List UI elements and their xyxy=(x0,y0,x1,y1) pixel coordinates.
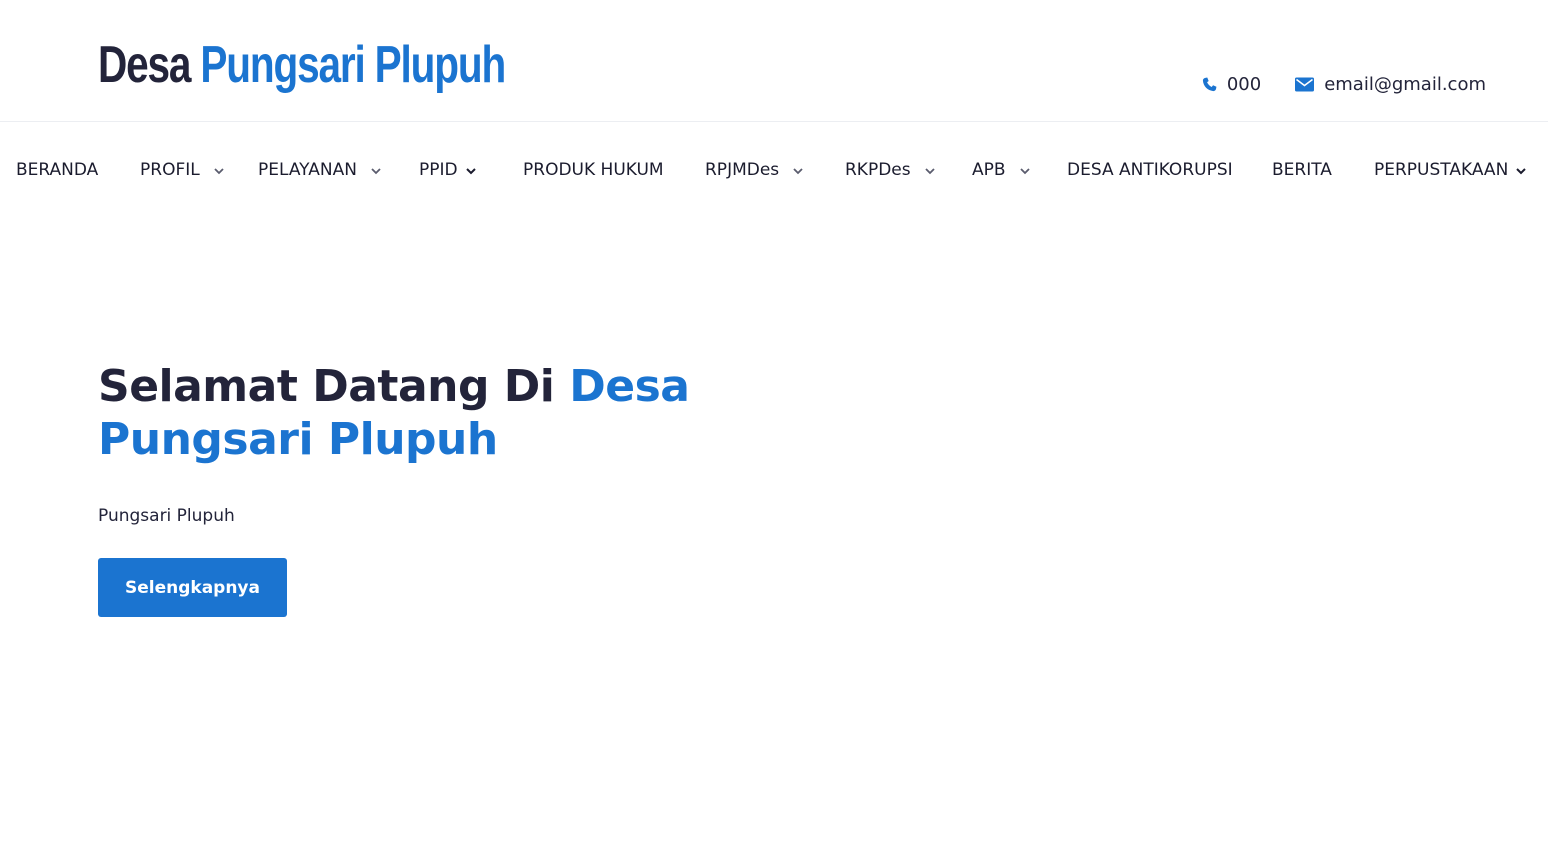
phone-contact[interactable]: 000 xyxy=(1202,74,1261,95)
nav-item-label: DESA ANTIKORUPSI xyxy=(1067,160,1233,180)
nav-item-profil[interactable]: PROFIL xyxy=(140,159,224,181)
nav-item-rpjmdes[interactable]: RPJMDes xyxy=(705,159,803,181)
hero-subtitle: Pungsari Plupuh xyxy=(98,506,235,526)
nav-item-berita[interactable]: BERITA xyxy=(1272,159,1332,181)
chevron-down-icon xyxy=(793,160,803,180)
chevron-down-icon xyxy=(1516,160,1527,180)
nav-item-ppid[interactable]: PPID xyxy=(419,159,476,181)
phone-icon xyxy=(1202,77,1217,92)
phone-number: 000 xyxy=(1226,74,1262,95)
nav-item-produk-hukum[interactable]: PRODUK HUKUM xyxy=(523,159,664,181)
chevron-down-icon xyxy=(371,160,381,180)
nav-item-label: BERITA xyxy=(1272,160,1332,180)
nav-item-label: RPJMDes xyxy=(705,160,780,180)
contact-info: 000 email@gmail.com xyxy=(1202,74,1486,95)
nav-item-label: APB xyxy=(972,160,1006,180)
nav-item-apb[interactable]: APB xyxy=(972,159,1030,181)
nav-item-label: PELAYANAN xyxy=(258,160,357,180)
selengkapnya-button[interactable]: Selengkapnya xyxy=(98,558,287,617)
chevron-down-icon xyxy=(465,160,476,180)
chevron-down-icon xyxy=(1019,160,1030,180)
hero-section: Selamat Datang Di Desa Pungsari Plupuh Pu… xyxy=(98,360,798,617)
nav-item-beranda[interactable]: BERANDA xyxy=(16,159,98,181)
nav-item-rkpdes[interactable]: RKPDes xyxy=(845,159,935,181)
hero-title-desa: Desa xyxy=(569,361,690,412)
nav-item-label: PPID xyxy=(419,160,458,180)
site-header: Desa Pungsari Plupuh 000 email@gmail.com xyxy=(0,0,1548,122)
nav-item-label: PRODUK HUKUM xyxy=(523,160,664,180)
nav-item-perpustakaan[interactable]: PERPUSTAKAAN xyxy=(1374,159,1527,181)
chevron-down-icon xyxy=(924,160,935,180)
nav-item-desa-antikorupsi[interactable]: DESA ANTIKORUPSI xyxy=(1067,159,1233,181)
nav-item-label: RKPDes xyxy=(845,160,911,180)
nav-item-label: PROFIL xyxy=(140,160,200,180)
hero-title: Selamat Datang Di Desa Pungsari Plupuh xyxy=(98,360,798,466)
email-contact[interactable]: email@gmail.com xyxy=(1295,74,1486,95)
nav-item-label: PERPUSTAKAAN xyxy=(1374,160,1509,180)
logo-village-name: Pungsari Plupuh xyxy=(200,36,506,94)
site-logo[interactable]: Desa Pungsari Plupuh xyxy=(98,30,506,100)
nav-item-label: BERANDA xyxy=(16,160,99,180)
hero-title-lead: Selamat Datang Di xyxy=(98,361,570,412)
envelope-icon xyxy=(1295,77,1315,92)
chevron-down-icon xyxy=(214,160,224,180)
logo-word-desa: Desa xyxy=(98,36,191,94)
nav-item-pelayanan[interactable]: PELAYANAN xyxy=(258,159,381,181)
hero-title-village: Pungsari Plupuh xyxy=(98,414,498,465)
main-navigation: BERANDA PROFIL PELAYANAN PPID PRODUK HUK… xyxy=(0,123,1548,217)
email-address: email@gmail.com xyxy=(1324,74,1486,95)
